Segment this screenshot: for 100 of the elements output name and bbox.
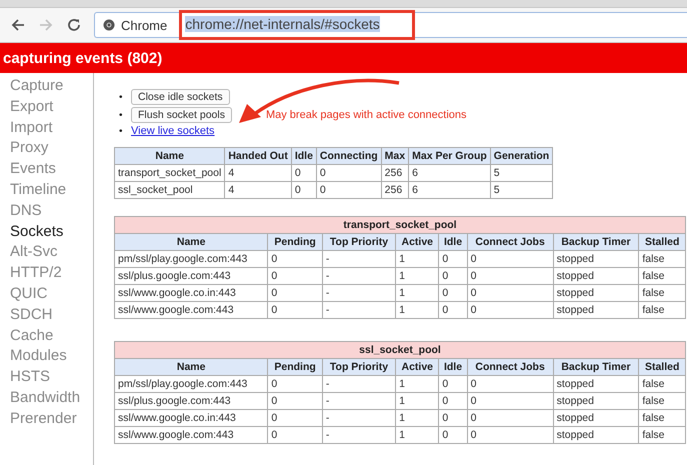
table-cell: 1 bbox=[396, 392, 439, 410]
table-cell: 0 bbox=[268, 250, 322, 268]
column-header: Active bbox=[396, 358, 439, 376]
table-cell: ssl/www.google.com:443 bbox=[114, 426, 268, 444]
table-cell: 0 bbox=[316, 164, 382, 182]
table-cell: 0 bbox=[467, 426, 554, 444]
table-cell: 0 bbox=[438, 392, 468, 410]
table-cell: 0 bbox=[467, 284, 554, 302]
column-header: Pending bbox=[268, 358, 322, 376]
table-cell: 1 bbox=[396, 250, 439, 268]
table-cell: stopped bbox=[553, 376, 639, 392]
table-cell: 256 bbox=[381, 164, 409, 182]
sidebar-item[interactable]: Prerender bbox=[10, 408, 93, 430]
sidebar-item[interactable]: Bandwidth bbox=[10, 388, 93, 409]
table-cell: 1 bbox=[396, 410, 439, 426]
action-button[interactable]: Flush socket pools bbox=[131, 107, 232, 123]
table-cell: 256 bbox=[381, 182, 409, 198]
table-cell: stopped bbox=[553, 392, 639, 410]
column-header: Backup Timer bbox=[553, 234, 639, 250]
table-cell: - bbox=[322, 284, 396, 302]
table-cell: false bbox=[638, 268, 686, 284]
table-cell: 0 bbox=[467, 302, 554, 318]
sidebar-item[interactable]: Cache bbox=[10, 326, 93, 346]
table-cell: 6 bbox=[408, 182, 490, 198]
column-header: Name bbox=[114, 148, 225, 164]
reload-icon[interactable] bbox=[66, 17, 82, 33]
table-cell: 0 bbox=[438, 376, 468, 392]
address-bar[interactable]: Chrome chrome://net-internals/#sockets bbox=[94, 12, 687, 38]
table-cell: stopped bbox=[553, 284, 639, 302]
site-label: Chrome bbox=[121, 18, 168, 32]
table-cell: 1 bbox=[396, 268, 439, 284]
table-cell: 0 bbox=[291, 164, 316, 182]
table-cell: false bbox=[638, 426, 686, 444]
table-cell: false bbox=[638, 410, 686, 426]
table-cell: ssl_socket_pool bbox=[114, 182, 225, 198]
table-cell: 1 bbox=[396, 302, 439, 318]
sidebar-item[interactable]: Sockets bbox=[10, 222, 93, 242]
column-header: Top Priority bbox=[322, 358, 396, 376]
table-cell: pm/ssl/play.google.com:443 bbox=[114, 376, 268, 392]
table-cell: ssl/www.google.co.in:443 bbox=[114, 284, 268, 302]
sidebar-item[interactable]: Export bbox=[10, 96, 93, 118]
table-cell: ssl/plus.google.com:443 bbox=[114, 268, 268, 284]
status-banner: capturing events (802) bbox=[0, 43, 687, 73]
chrome-logo-icon bbox=[103, 19, 115, 31]
table-cell: 0 bbox=[268, 410, 322, 426]
table-cell: 0 bbox=[438, 284, 468, 302]
table-cell: 1 bbox=[396, 426, 439, 444]
table-cell: - bbox=[322, 250, 396, 268]
table-cell: false bbox=[638, 376, 686, 392]
table-cell: false bbox=[638, 302, 686, 318]
warning-text: May break pages with active connections bbox=[266, 109, 467, 121]
sidebar-item[interactable]: HSTS bbox=[10, 367, 93, 388]
sidebar-item[interactable]: Alt-Svc bbox=[10, 242, 93, 264]
table-cell: stopped bbox=[553, 410, 639, 426]
table-cell: stopped bbox=[553, 250, 639, 268]
sidebar-item[interactable]: HTTP/2 bbox=[10, 263, 93, 284]
table-cell: - bbox=[322, 268, 396, 284]
live-sockets-link[interactable]: View live sockets bbox=[131, 125, 215, 137]
sidebar-item[interactable]: QUIC bbox=[10, 284, 93, 305]
table-cell: 5 bbox=[490, 164, 553, 182]
table-cell: 0 bbox=[438, 302, 468, 318]
table-cell: 5 bbox=[490, 182, 553, 198]
table-cell: 0 bbox=[438, 268, 468, 284]
table-cell: 0 bbox=[268, 392, 322, 410]
column-header: Active bbox=[396, 234, 439, 250]
sidebar-item[interactable]: Import bbox=[10, 118, 93, 138]
sidebar-item[interactable]: SDCH bbox=[10, 304, 93, 326]
table-cell: 4 bbox=[224, 164, 292, 182]
column-header: Stalled bbox=[638, 234, 686, 250]
sidebar-item[interactable]: Timeline bbox=[10, 180, 93, 201]
table-cell: 0 bbox=[467, 376, 554, 392]
sidebar-item[interactable]: Proxy bbox=[10, 138, 93, 160]
column-header: Connect Jobs bbox=[467, 358, 554, 376]
table-cell: pm/ssl/play.google.com:443 bbox=[114, 250, 268, 268]
back-icon[interactable] bbox=[10, 17, 26, 33]
table-cell: stopped bbox=[553, 426, 639, 444]
table-cell: 0 bbox=[467, 392, 554, 410]
column-header: Idle bbox=[438, 358, 468, 376]
table-title: transport_socket_pool bbox=[114, 216, 686, 234]
sidebar-item[interactable]: DNS bbox=[10, 200, 93, 222]
table-cell: stopped bbox=[553, 302, 639, 318]
sidebar-item[interactable]: Capture bbox=[10, 76, 93, 97]
table-cell: false bbox=[638, 250, 686, 268]
sidebar-item[interactable]: Events bbox=[10, 159, 93, 180]
column-header: Name bbox=[114, 358, 268, 376]
table-cell: transport_socket_pool bbox=[114, 164, 225, 182]
table-cell: 0 bbox=[467, 268, 554, 284]
column-header: Idle bbox=[291, 148, 316, 164]
url-text: chrome://net-internals/#sockets bbox=[185, 16, 380, 32]
table-cell: 0 bbox=[467, 250, 554, 268]
action-button[interactable]: Close idle sockets bbox=[131, 89, 230, 105]
bullet: • bbox=[119, 126, 124, 136]
column-header: Max bbox=[381, 148, 409, 164]
sidebar-item[interactable]: Modules bbox=[10, 346, 93, 368]
table-title: ssl_socket_pool bbox=[114, 342, 686, 358]
table-cell: ssl/www.google.com:443 bbox=[114, 302, 268, 318]
column-header: Max Per Group bbox=[408, 148, 490, 164]
table-cell: false bbox=[638, 284, 686, 302]
column-header: Handed Out bbox=[224, 148, 292, 164]
table-cell: - bbox=[322, 302, 396, 318]
